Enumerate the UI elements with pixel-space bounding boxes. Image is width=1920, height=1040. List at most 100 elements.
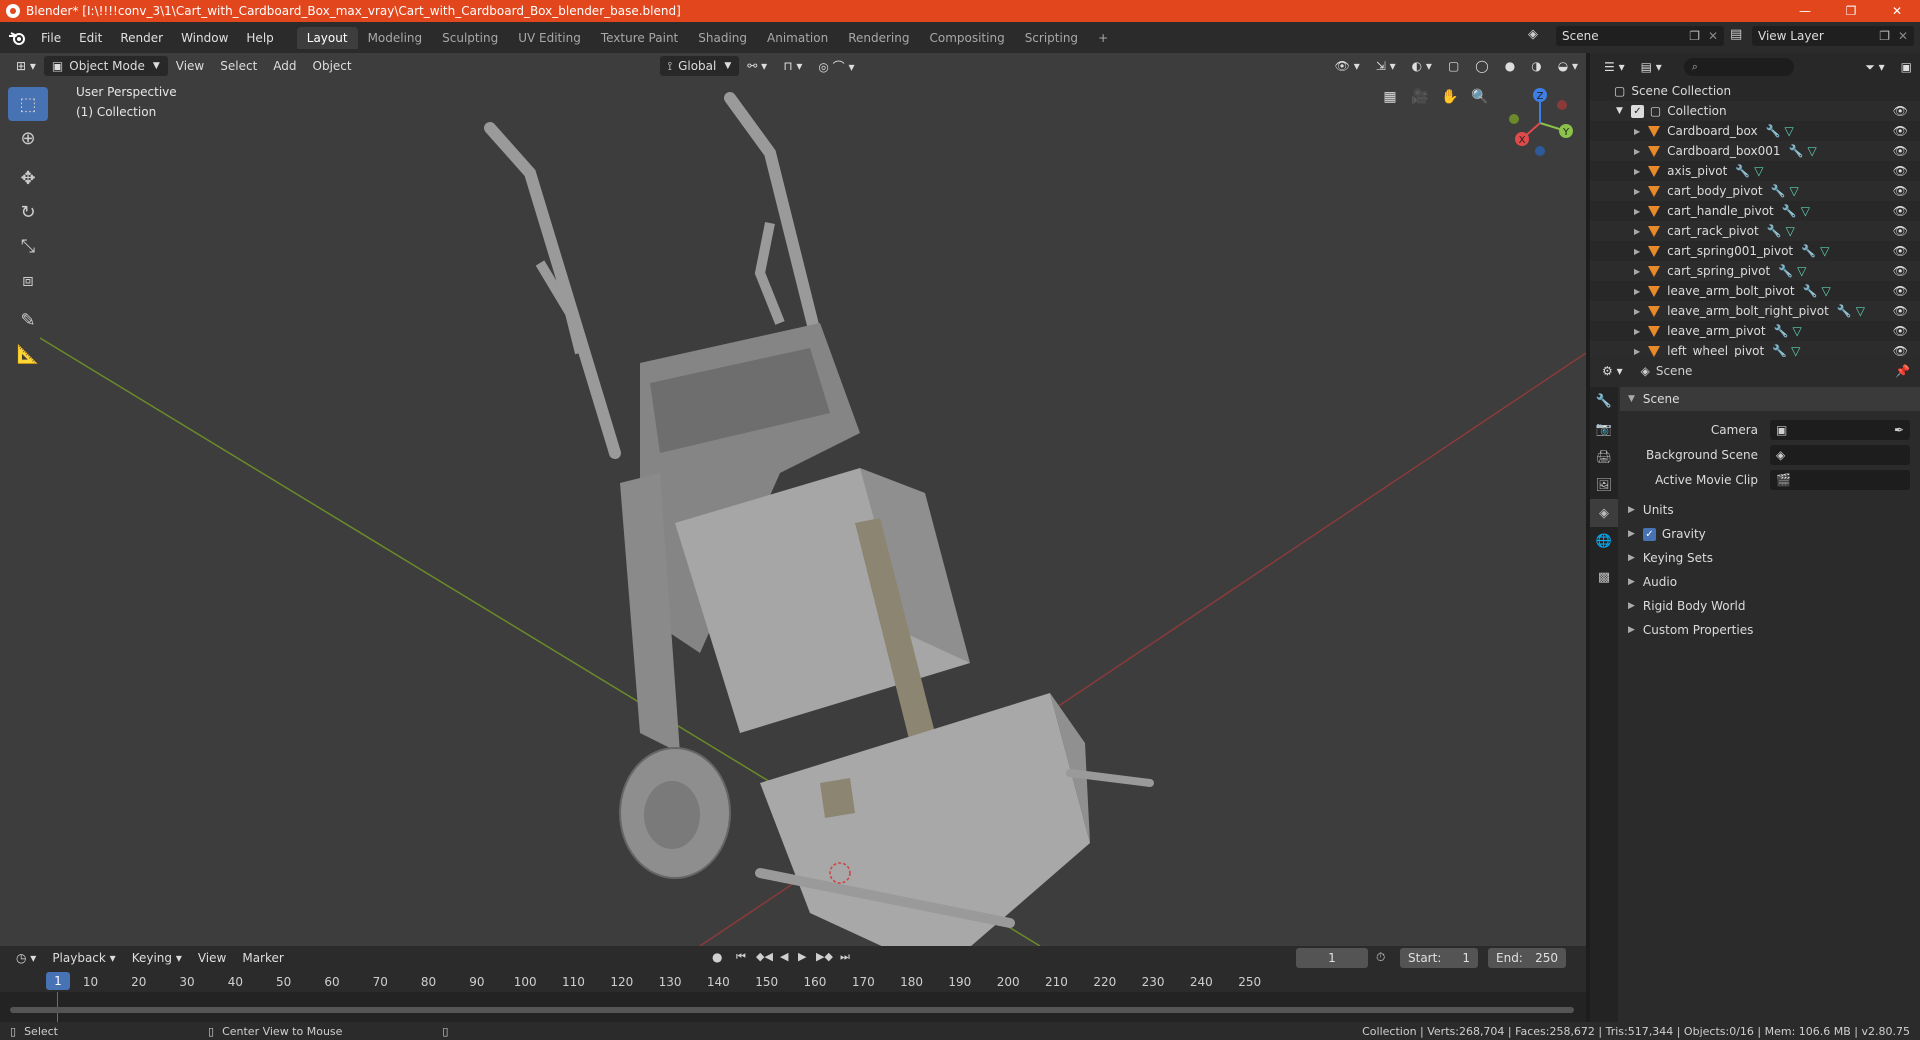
shading-wireframe-icon[interactable]: ◯ [1467,56,1496,76]
previous-keyframe-icon[interactable]: ◆◀ [756,950,773,963]
tab-scripting[interactable]: Scripting [1015,27,1088,49]
outliner-item[interactable]: ▶ cart_spring_pivot 🔧 ▽ 👁 [1590,261,1920,281]
proportional-editing-icon[interactable]: ◎ ⌒ ▾ [810,56,862,76]
menu-help[interactable]: Help [237,31,282,45]
shading-material-icon[interactable]: ◑ [1523,56,1549,76]
mode-selector[interactable]: ▣ Object Mode ▼ [43,56,168,76]
eyedropper-icon[interactable]: ✒ [1894,423,1904,437]
eye-icon[interactable]: 👁 [1893,184,1908,198]
pan-view-icon[interactable]: ✋ [1438,85,1462,109]
background-scene-field[interactable]: ◈ [1770,444,1910,465]
eye-icon[interactable]: 👁 [1893,284,1908,298]
editor-type-icon[interactable]: ⊞ ▾ [8,56,44,76]
mesh-data-icon[interactable]: ▽ [1785,124,1794,138]
tab-uv-editing[interactable]: UV Editing [508,27,591,49]
modifier-wrench-icon[interactable]: 🔧 [1767,224,1782,238]
jump-start-icon[interactable]: ⏮ [736,950,746,964]
menu-edit[interactable]: Edit [70,31,111,45]
gravity-checkbox[interactable]: ✓ [1642,527,1656,541]
expand-arrow-icon[interactable]: ▶ [1634,347,1640,356]
modifier-wrench-icon[interactable]: 🔧 [1801,244,1816,258]
expand-arrow-icon[interactable]: ▶ [1634,147,1640,156]
menu-window[interactable]: Window [172,31,237,45]
mesh-data-icon[interactable]: ▽ [1801,204,1810,218]
camera-view-icon[interactable]: 🎥 [1408,85,1432,109]
mesh-data-icon[interactable]: ▽ [1793,324,1802,338]
remove-view-layer-icon[interactable]: ✕ [1898,29,1908,43]
eye-icon[interactable]: 👁 [1893,124,1908,138]
next-keyframe-icon[interactable]: ▶◆ [816,950,833,963]
modifier-wrench-icon[interactable]: 🔧 [1803,284,1818,298]
play-icon[interactable]: ▶ [798,950,806,963]
render-tab-icon[interactable]: 📷 [1590,415,1618,443]
transform-tool-icon[interactable]: ⧈ [8,263,48,297]
mesh-data-icon[interactable]: ▽ [1820,244,1829,258]
add-workspace-icon[interactable]: + [1088,27,1118,49]
outliner-search-input[interactable]: ⌕ [1683,58,1794,76]
expand-arrow-icon[interactable]: ▶ [1634,307,1640,316]
modifier-wrench-icon[interactable]: 🔧 [1837,304,1852,318]
snap-icon[interactable]: ⊓ ▾ [775,56,810,76]
timeline-menu-view[interactable]: View [190,948,234,968]
collapse-arrow-icon[interactable]: ▼ [1616,106,1623,116]
custom-properties-panel-header[interactable]: ▶ Custom Properties [1620,618,1920,642]
timeline-menu-marker[interactable]: Marker [234,948,291,968]
tab-shading[interactable]: Shading [688,27,757,49]
timeline-ruler[interactable]: 10 20 30 40 50 60 70 80 90 100 110 120 130 140 150 160 1… [0,972,1586,992]
collection-exclude-checkbox[interactable]: ✓ [1630,104,1644,118]
shading-rendered-icon[interactable]: ◒ ▾ [1550,56,1586,76]
outliner-item[interactable]: ▶ cart_rack_pivot 🔧 ▽ 👁 [1590,221,1920,241]
overlays-toggle-icon[interactable]: ◐ ▾ [1404,56,1440,76]
gravity-panel-header[interactable]: ▶ ✓ Gravity [1620,522,1920,546]
output-tab-icon[interactable]: 🖨 [1590,443,1618,471]
viewport-menu-object[interactable]: Object [305,56,360,76]
select-box-tool-icon[interactable]: ⬚ [8,87,48,121]
tab-texture-paint[interactable]: Texture Paint [591,27,688,49]
eye-icon[interactable]: 👁 [1893,144,1908,158]
outliner-item[interactable]: ▶ cart_spring001_pivot 🔧 ▽ 👁 [1590,241,1920,261]
end-frame-field[interactable]: End: 250 [1488,948,1566,968]
timeline-menu-keying[interactable]: Keying ▾ [124,948,190,968]
modifier-wrench-icon[interactable]: 🔧 [1735,164,1750,178]
properties-editor-type-icon[interactable]: ⚙ ▾ [1594,361,1631,381]
scene-tab-icon[interactable]: ◈ [1590,499,1618,527]
jump-end-icon[interactable]: ⏭ [840,950,850,964]
units-panel-header[interactable]: ▶ Units [1620,498,1920,522]
play-reverse-icon[interactable]: ◀ [780,950,788,963]
rotate-tool-icon[interactable]: ↻ [8,195,48,229]
viewport-scene[interactable] [0,53,1586,946]
transform-orientation-selector[interactable]: ⟟ Global ▼ [659,56,740,76]
scene-selector[interactable]: Scene ❐ ✕ [1556,26,1724,46]
timeline-menu-playback[interactable]: Playback ▾ [44,948,123,968]
tab-layout[interactable]: Layout [296,26,358,49]
outliner-item[interactable]: ▶ cart_body_pivot 🔧 ▽ 👁 [1590,181,1920,201]
eye-icon[interactable]: 👁 [1893,204,1908,218]
gizmo-neg-x-axis[interactable] [1557,100,1567,110]
eye-icon[interactable]: 👁 [1893,324,1908,338]
outliner-item[interactable]: ▶ leave_arm_bolt_pivot 🔧 ▽ 👁 [1590,281,1920,301]
zoom-view-icon[interactable]: 🔍 [1468,85,1492,109]
measure-tool-icon[interactable]: 📐 [8,337,48,371]
tab-sculpting[interactable]: Sculpting [432,27,508,49]
record-keyframe-icon[interactable]: ● [712,950,722,964]
audio-panel-header[interactable]: ▶ Audio [1620,570,1920,594]
copy-view-layer-icon[interactable]: ❐ [1879,29,1890,43]
eye-icon[interactable]: 👁 [1893,304,1908,318]
menu-file[interactable]: File [32,31,70,45]
expand-arrow-icon[interactable]: ▶ [1634,207,1640,216]
expand-arrow-icon[interactable]: ▶ [1634,327,1640,336]
modifier-wrench-icon[interactable]: 🔧 [1782,204,1797,218]
mesh-data-icon[interactable]: ▽ [1856,304,1865,318]
keying-sets-panel-header[interactable]: ▶ Keying Sets [1620,546,1920,570]
viewport-menu-add[interactable]: Add [265,56,304,76]
mesh-data-icon[interactable]: ▽ [1754,164,1763,178]
modifier-wrench-icon[interactable]: 🔧 [1778,264,1793,278]
texture-tab-icon[interactable]: ▩ [1590,563,1618,591]
eye-icon[interactable]: 👁 [1893,244,1908,258]
camera-field[interactable]: ▣ ✒ [1770,419,1910,440]
viewport-menu-view[interactable]: View [168,56,212,76]
eye-icon[interactable]: 👁 [1893,164,1908,178]
remove-scene-icon[interactable]: ✕ [1708,29,1718,43]
view-layer-icon[interactable]: ▤ [1730,27,1742,42]
outliner-item[interactable]: ▶ leave_arm_bolt_right_pivot 🔧 ▽ 👁 [1590,301,1920,321]
